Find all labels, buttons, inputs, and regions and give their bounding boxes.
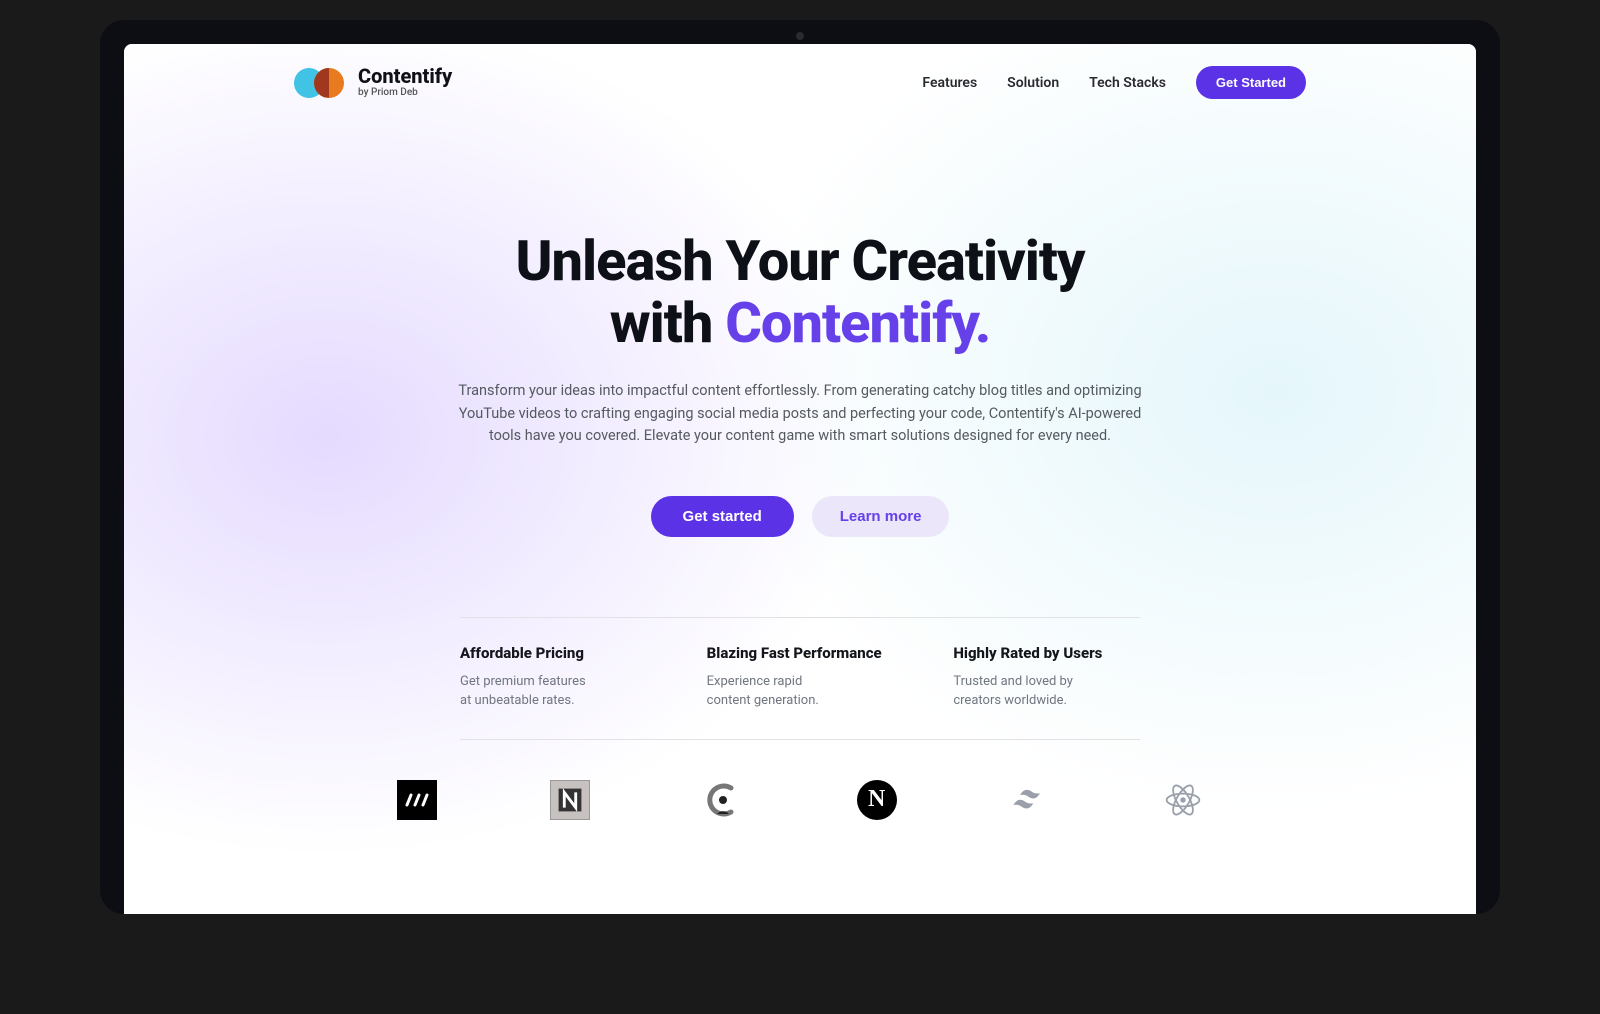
- feature-desc: Get premium features at unbeatable rates…: [460, 672, 647, 711]
- feature-desc: Experience rapid content generation.: [707, 672, 894, 711]
- feature-desc-line: Experience rapid: [707, 674, 803, 689]
- hero-title-line2-prefix: with: [610, 290, 726, 356]
- features-row: Affordable Pricing Get premium features …: [460, 617, 1140, 740]
- logo-mark-icon: [294, 67, 346, 99]
- feature-pricing: Affordable Pricing Get premium features …: [460, 644, 647, 711]
- feature-title: Affordable Pricing: [460, 644, 647, 662]
- logo-text: Contentify by Priom Deb: [358, 66, 452, 99]
- nextjs-icon: N: [857, 780, 897, 820]
- hero: Unleash Your Creativity with Contentify.…: [124, 121, 1476, 577]
- hero-actions: Get started Learn more: [204, 496, 1396, 537]
- feature-desc-line: content generation.: [707, 693, 819, 708]
- hero-title-line1: Unleash Your Creativity: [515, 228, 1084, 294]
- nav: Features Solution Tech Stacks Get Starte…: [922, 66, 1306, 99]
- logo-subtitle: by Priom Deb: [358, 88, 452, 99]
- nav-link-features[interactable]: Features: [922, 75, 977, 91]
- feature-desc: Trusted and loved by creators worldwide.: [953, 672, 1140, 711]
- feature-desc-line: creators worldwide.: [953, 693, 1067, 708]
- logo[interactable]: Contentify by Priom Deb: [294, 66, 452, 99]
- get-started-button[interactable]: Get Started: [1196, 66, 1306, 99]
- feature-desc-line: Get premium features: [460, 674, 586, 689]
- tailwind-icon: [1010, 780, 1050, 820]
- feature-title: Blazing Fast Performance: [707, 644, 894, 662]
- logo-title: Contentify: [358, 66, 452, 87]
- hero-title-accent: Contentify.: [725, 290, 990, 356]
- feature-desc-line: Trusted and loved by: [953, 674, 1073, 689]
- feature-title: Highly Rated by Users: [953, 644, 1140, 662]
- hero-description: Transform your ideas into impactful cont…: [450, 380, 1150, 447]
- hero-get-started-button[interactable]: Get started: [651, 496, 794, 537]
- nav-link-tech-stacks[interactable]: Tech Stacks: [1089, 75, 1166, 91]
- hero-title: Unleash Your Creativity with Contentify.: [204, 231, 1396, 354]
- nav-link-solution[interactable]: Solution: [1007, 75, 1059, 91]
- feature-desc-line: at unbeatable rates.: [460, 693, 575, 708]
- nhost-icon: [550, 780, 590, 820]
- hero-learn-more-button[interactable]: Learn more: [812, 496, 950, 537]
- react-icon: [1163, 780, 1203, 820]
- moralis-icon: [397, 780, 437, 820]
- header: Contentify by Priom Deb Features Solutio…: [124, 44, 1476, 121]
- feature-performance: Blazing Fast Performance Experience rapi…: [707, 644, 894, 711]
- tech-logos-strip: N: [340, 780, 1260, 820]
- feature-rated: Highly Rated by Users Trusted and loved …: [953, 644, 1140, 711]
- clerk-icon: [703, 780, 743, 820]
